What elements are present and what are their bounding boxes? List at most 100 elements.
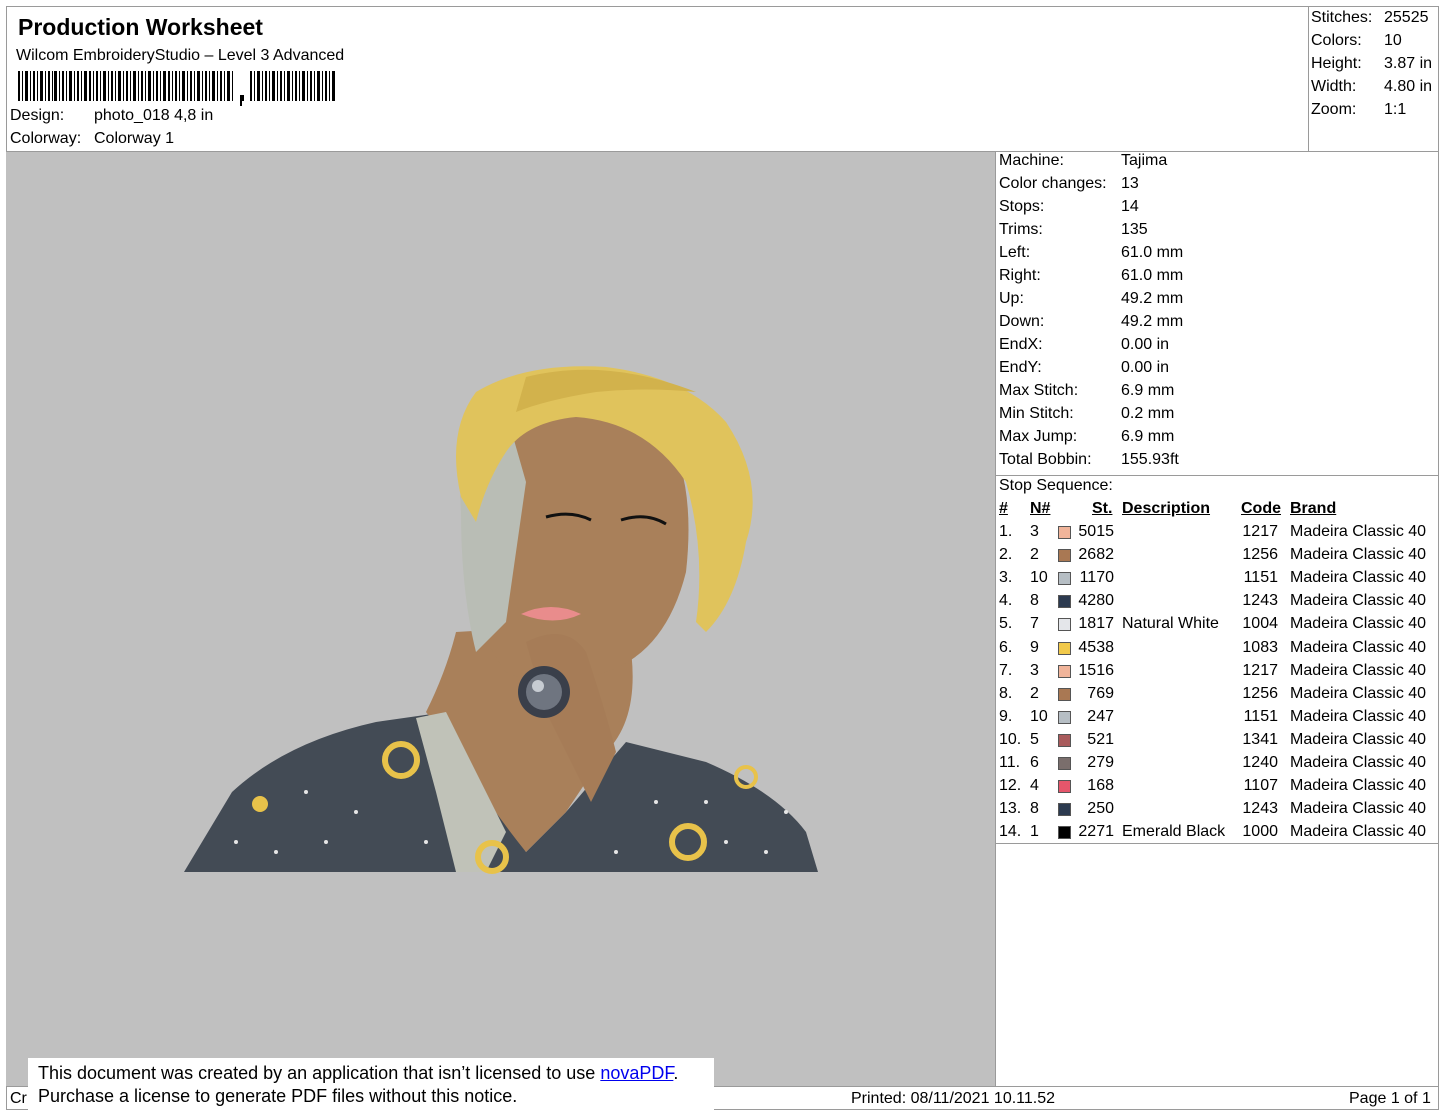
row-stitches: 1817 [1078, 615, 1114, 633]
row-number: 4. [999, 592, 1013, 610]
info-label: Left: [999, 244, 1031, 261]
stat-value: 4.80 in [1384, 78, 1433, 95]
row-brand: Madeira Classic 40 [1290, 730, 1427, 748]
row-description: Natural White [1122, 615, 1219, 633]
info-label: Min Stitch: [999, 405, 1074, 422]
row-brand: Madeira Classic 40 [1290, 569, 1427, 587]
row-number: 14. [999, 823, 1022, 841]
table-row: 10. 5 521 1341 Madeira Classic 40 [996, 731, 1439, 754]
info-value: 13 [1121, 175, 1139, 192]
barcode-image [18, 71, 335, 106]
row-code: 1151 [1243, 569, 1278, 587]
colorway-value: Colorway 1 [94, 130, 175, 147]
row-code: 1240 [1242, 754, 1278, 771]
row-needle: 5 [1030, 730, 1039, 748]
section-divider [996, 475, 1439, 476]
stat-value: 25525 [1384, 9, 1429, 26]
notice-line-2: Purchase a license to generate PDF files… [38, 1086, 518, 1106]
stat-value: 3.87 in [1384, 55, 1433, 72]
row-needle: 2 [1030, 684, 1039, 702]
stat-value: 1:1 [1384, 101, 1407, 118]
table-row: 7. 3 1516 1217 Madeira Classic 40 [996, 662, 1439, 685]
row-brand: Madeira Classic 40 [1290, 754, 1427, 771]
row-stitches: 1170 [1079, 569, 1114, 587]
info-label: Max Stitch: [999, 382, 1079, 399]
row-needle: 8 [1030, 592, 1039, 610]
color-swatch [1058, 710, 1071, 724]
info-label: Down: [999, 313, 1045, 330]
notice-line-1: This document was created by an applicat… [38, 1062, 714, 1085]
col-needle: N# [1030, 500, 1051, 517]
stat-label: Zoom: [1311, 101, 1357, 118]
col-stitches: St. [1092, 500, 1113, 517]
novapdf-link[interactable]: novaPDF [600, 1063, 673, 1083]
row-code: 1256 [1242, 684, 1278, 702]
row-stitches: 4538 [1078, 638, 1114, 656]
row-number: 9. [999, 707, 1013, 725]
info-value: 61.0 mm [1121, 244, 1184, 261]
stat-label: Height: [1311, 55, 1362, 72]
design-preview [6, 152, 996, 1086]
color-swatch [1058, 687, 1071, 701]
color-swatch [1058, 549, 1071, 563]
color-swatch [1058, 526, 1071, 539]
info-label: Color changes: [999, 175, 1107, 192]
row-code: 1217 [1242, 523, 1278, 540]
info-value: Tajima [1121, 152, 1168, 169]
row-needle: 2 [1030, 546, 1039, 564]
row-number: 12. [999, 777, 1022, 795]
color-swatch [1058, 641, 1071, 655]
color-swatch [1058, 826, 1071, 840]
row-stitches: 1516 [1078, 661, 1114, 679]
row-stitches: 769 [1087, 684, 1114, 702]
row-brand: Madeira Classic 40 [1290, 823, 1427, 841]
worksheet-header: Production Worksheet Wilcom EmbroiderySt… [6, 6, 1309, 152]
machine-info-panel: Machine: Tajima Color changes: 13 Stops: 14… [996, 152, 1439, 1086]
color-swatch [1058, 757, 1071, 770]
design-label: Design: [10, 107, 65, 124]
info-label: Right: [999, 267, 1041, 284]
row-brand: Madeira Classic 40 [1290, 523, 1427, 540]
page-number: Page 1 of 1 [1349, 1090, 1431, 1107]
row-number: 1. [999, 523, 1013, 540]
table-row: 6. 9 4538 1083 Madeira Classic 40 [996, 639, 1439, 662]
table-row: 8. 2 769 1256 Madeira Classic 40 [996, 685, 1439, 708]
row-stitches: 521 [1087, 730, 1114, 748]
row-needle: 7 [1030, 615, 1039, 633]
color-swatch [1058, 572, 1071, 586]
row-code: 1243 [1242, 592, 1278, 610]
info-label: Total Bobbin: [999, 451, 1092, 468]
row-stitches: 5015 [1078, 523, 1114, 540]
row-code: 1004 [1242, 615, 1278, 633]
info-value: 6.9 mm [1121, 382, 1175, 399]
info-value: 0.00 in [1121, 359, 1170, 376]
row-code: 1151 [1243, 707, 1278, 725]
stat-label: Colors: [1311, 32, 1362, 49]
row-stitches: 250 [1087, 800, 1114, 818]
row-brand: Madeira Classic 40 [1290, 546, 1427, 564]
color-swatch [1058, 664, 1071, 678]
design-stats: Stitches: 25525 Colors: 10 Height: 3.87 in … [1309, 6, 1439, 152]
row-number: 11. [999, 754, 1021, 771]
row-needle: 1 [1030, 823, 1039, 841]
stop-sequence-label: Stop Sequence: [999, 477, 1113, 494]
footer-left-text: Cr [10, 1090, 27, 1107]
info-label: EndX: [999, 336, 1043, 353]
color-swatch [1058, 803, 1071, 817]
info-label: EndY: [999, 359, 1042, 376]
row-needle: 10 [1030, 707, 1048, 725]
row-number: 2. [999, 546, 1013, 564]
info-label: Max Jump: [999, 428, 1078, 445]
info-value: 61.0 mm [1121, 267, 1184, 284]
info-value: 49.2 mm [1121, 313, 1184, 330]
row-code: 1217 [1242, 661, 1278, 679]
row-stitches: 168 [1087, 777, 1114, 795]
col-description: Description [1122, 500, 1211, 517]
info-value: 0.00 in [1121, 336, 1170, 353]
table-row: 3. 10 1170 1151 Madeira Classic 40 [996, 569, 1439, 592]
table-row: 5. 7 1817 Natural White 1004 Madeira Classic … [996, 615, 1439, 638]
row-brand: Madeira Classic 40 [1290, 684, 1427, 702]
row-brand: Madeira Classic 40 [1290, 592, 1427, 610]
section-divider [996, 843, 1439, 844]
info-value: 155.93ft [1121, 451, 1179, 468]
